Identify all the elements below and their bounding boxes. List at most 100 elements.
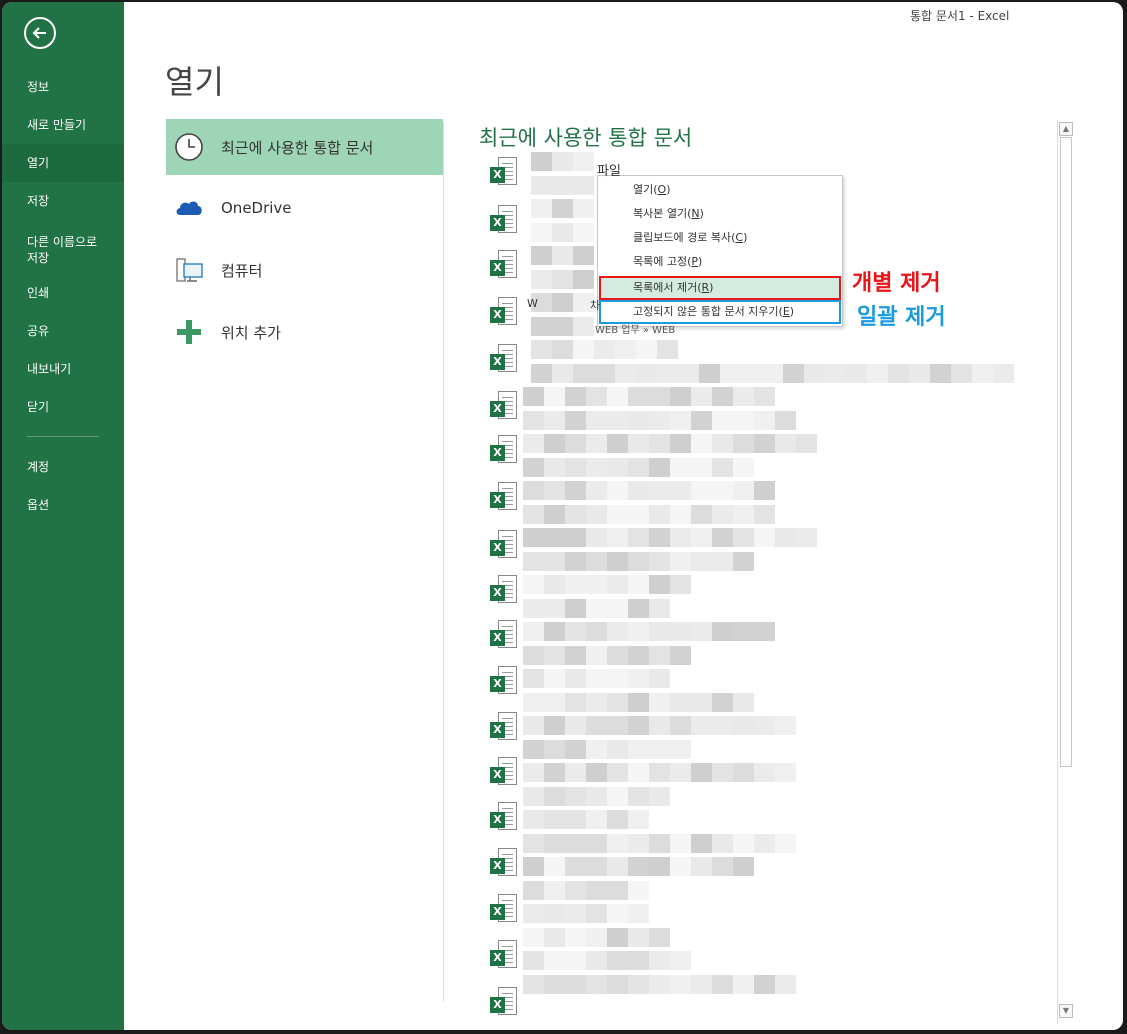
computer-icon bbox=[176, 258, 203, 282]
nav-label: 옵션 bbox=[27, 498, 50, 512]
cloud-icon bbox=[176, 201, 202, 215]
menu-item-shortcut: R bbox=[701, 281, 710, 294]
menu-item-shortcut: E bbox=[782, 305, 790, 318]
recent-file-row-blurred[interactable] bbox=[531, 269, 594, 289]
location-label: 컴퓨터 bbox=[221, 261, 263, 280]
recent-file-row-blurred[interactable] bbox=[523, 645, 691, 665]
nav-label: 새로 만들기 bbox=[27, 118, 87, 132]
location-onedrive[interactable]: OneDrive bbox=[166, 180, 443, 236]
recent-file-row-blurred[interactable] bbox=[523, 786, 670, 806]
recent-file-row-blurred[interactable] bbox=[523, 880, 649, 900]
menu-item-label: 열기 bbox=[633, 183, 654, 196]
menu-item-label: 복사본 열기 bbox=[633, 207, 688, 220]
nav-info[interactable]: 정보 bbox=[2, 68, 124, 106]
nav-export[interactable]: 내보내기 bbox=[2, 350, 124, 388]
recent-file-row-blurred[interactable] bbox=[531, 152, 594, 171]
recent-file-row-blurred[interactable] bbox=[523, 857, 754, 876]
recent-file-row-blurred[interactable] bbox=[523, 951, 691, 970]
recent-file-row-blurred[interactable] bbox=[523, 551, 754, 571]
excel-file-icon: X bbox=[490, 391, 518, 423]
menu-item-open-copy[interactable]: 복사본 열기(N) bbox=[599, 202, 839, 226]
recent-file-row-blurred[interactable] bbox=[523, 528, 817, 547]
excel-file-icon: X bbox=[490, 482, 518, 514]
excel-file-icon: X bbox=[490, 157, 518, 189]
recent-file-row-blurred[interactable] bbox=[523, 974, 796, 994]
location-recent[interactable]: 최근에 사용한 통합 문서 bbox=[166, 119, 443, 175]
recent-section-title: 최근에 사용한 통합 문서 bbox=[479, 126, 693, 150]
recent-file-row-blurred[interactable] bbox=[523, 457, 754, 477]
scroll-down-button[interactable]: ▼ bbox=[1059, 1004, 1073, 1018]
excel-file-icon: X bbox=[490, 250, 518, 282]
menu-item-shortcut: C bbox=[735, 231, 744, 244]
clock-icon bbox=[175, 133, 203, 161]
nav-label: 열기 bbox=[27, 156, 50, 170]
recent-file-name[interactable]: 차 bbox=[590, 297, 600, 313]
location-add[interactable]: 위치 추가 bbox=[166, 304, 443, 360]
nav-new[interactable]: 새로 만들기 bbox=[2, 106, 124, 144]
page-title: 열기 bbox=[165, 63, 224, 101]
back-button[interactable] bbox=[24, 17, 56, 49]
recent-file-row-blurred[interactable] bbox=[531, 175, 594, 195]
location-label: OneDrive bbox=[221, 199, 292, 217]
scroll-up-button[interactable]: ▲ bbox=[1059, 122, 1073, 136]
nav-label: 닫기 bbox=[27, 400, 50, 414]
recent-file-row-blurred[interactable] bbox=[523, 927, 670, 947]
recent-file-row-blurred[interactable] bbox=[523, 833, 796, 853]
recent-file-row-blurred[interactable] bbox=[523, 575, 691, 594]
menu-item-remove[interactable]: 목록에서 제거(R) bbox=[599, 276, 839, 300]
recent-file-row-blurred[interactable] bbox=[531, 316, 594, 336]
recent-file-row-blurred[interactable] bbox=[523, 716, 796, 735]
recent-file-row-blurred[interactable] bbox=[523, 763, 796, 782]
recent-file-path: WEB 업무 » WEB bbox=[595, 325, 676, 336]
scrollbar-thumb[interactable] bbox=[1060, 137, 1072, 767]
nav-label: 내보내기 bbox=[27, 362, 72, 376]
recent-file-row-blurred[interactable] bbox=[523, 598, 670, 618]
recent-file-row-blurred[interactable] bbox=[531, 222, 594, 242]
nav-save-as[interactable]: 다른 이름으로 저장 bbox=[2, 227, 124, 273]
recent-file-row-blurred[interactable] bbox=[523, 669, 670, 688]
window-title: 통합 문서1 - Excel bbox=[910, 9, 1010, 23]
menu-item-shortcut: P bbox=[691, 255, 699, 268]
location-computer[interactable]: 컴퓨터 bbox=[166, 242, 443, 298]
menu-item-label: 클립보드에 경로 복사 bbox=[633, 231, 732, 244]
menu-item-label: 목록에서 제거 bbox=[633, 281, 698, 294]
excel-file-icon: X bbox=[490, 620, 518, 652]
arrow-left-icon bbox=[32, 27, 46, 39]
recent-file-row-blurred[interactable] bbox=[531, 199, 594, 218]
menu-item-open[interactable]: 열기(O) bbox=[599, 178, 839, 202]
nav-print[interactable]: 인쇄 bbox=[2, 274, 124, 312]
menu-item-label: 고정되지 않은 통합 문서 지우기 bbox=[633, 305, 779, 318]
recent-file-row-blurred[interactable] bbox=[531, 363, 1014, 383]
recent-file-row-blurred[interactable] bbox=[523, 622, 775, 641]
recent-file-row-blurred[interactable] bbox=[523, 739, 691, 759]
nav-label: 인쇄 bbox=[27, 286, 50, 300]
nav-account[interactable]: 계정 bbox=[2, 448, 124, 486]
excel-file-icon: X bbox=[490, 666, 518, 698]
annotation-bulk-remove: 일괄 제거 bbox=[857, 305, 946, 330]
recent-file-row-blurred[interactable] bbox=[523, 410, 796, 430]
nav-label: 정보 bbox=[27, 80, 50, 94]
recent-file-name[interactable]: W bbox=[527, 297, 538, 310]
nav-share[interactable]: 공유 bbox=[2, 312, 124, 350]
recent-file-row-blurred[interactable] bbox=[523, 481, 775, 500]
nav-options[interactable]: 옵션 bbox=[2, 486, 124, 524]
excel-file-icon: X bbox=[490, 575, 518, 607]
nav-open[interactable]: 열기 bbox=[2, 144, 124, 182]
menu-item-copy-path[interactable]: 클립보드에 경로 복사(C) bbox=[599, 226, 839, 250]
recent-file-row-blurred[interactable] bbox=[531, 340, 678, 359]
nav-save[interactable]: 저장 bbox=[2, 182, 124, 220]
recent-file-row-blurred[interactable] bbox=[523, 504, 775, 524]
nav-close[interactable]: 닫기 bbox=[2, 388, 124, 426]
recent-file-row-blurred[interactable] bbox=[523, 387, 775, 406]
excel-file-icon: X bbox=[490, 894, 518, 926]
recent-file-name[interactable]: 파일 bbox=[597, 160, 621, 179]
excel-file-icon: X bbox=[490, 802, 518, 834]
menu-item-pin[interactable]: 목록에 고정(P) bbox=[599, 250, 839, 274]
recent-file-row-blurred[interactable] bbox=[531, 246, 594, 265]
recent-file-row-blurred[interactable] bbox=[523, 434, 817, 453]
recent-file-row-blurred[interactable] bbox=[523, 810, 649, 829]
recent-file-row-blurred[interactable] bbox=[523, 692, 754, 712]
recent-file-row-blurred[interactable] bbox=[523, 904, 649, 923]
recent-file-row-blurred[interactable] bbox=[531, 293, 594, 312]
nav-label: 저장 bbox=[27, 194, 50, 208]
